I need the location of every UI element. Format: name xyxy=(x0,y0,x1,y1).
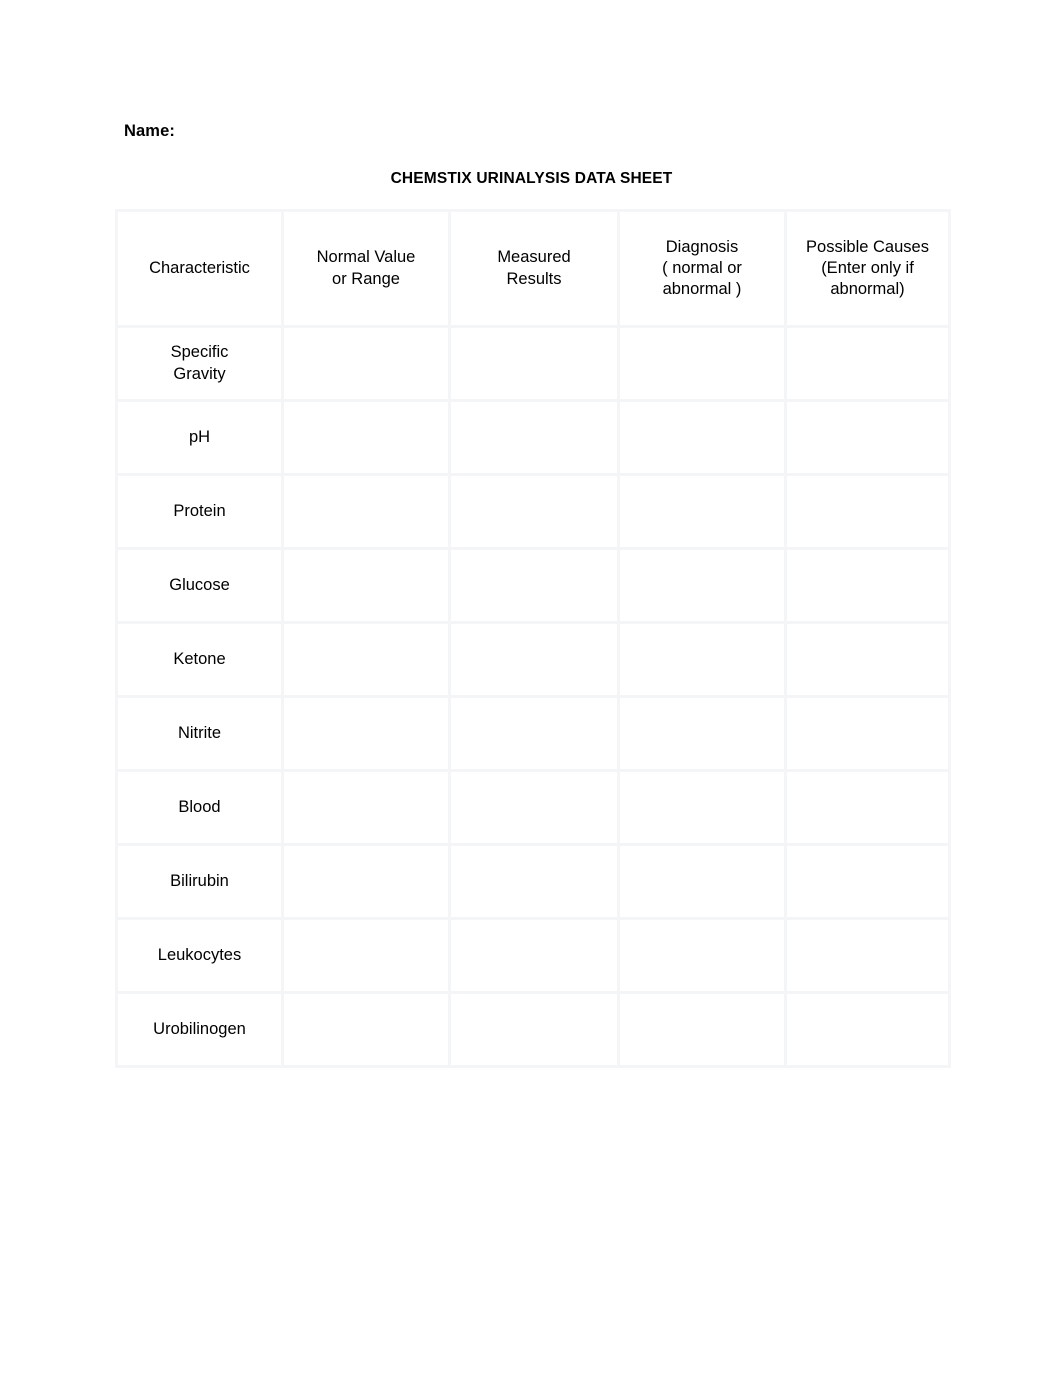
column-header-line: Possible Causes xyxy=(806,237,929,256)
column-header-measured_results: Measured Results xyxy=(448,209,620,328)
normal-value-cell[interactable] xyxy=(281,991,451,1068)
diagnosis-cell[interactable] xyxy=(617,843,787,920)
possible-causes-cell[interactable] xyxy=(784,917,951,994)
normal-value-cell[interactable] xyxy=(281,325,451,402)
characteristic-cell: pH xyxy=(115,399,284,476)
column-header-diagnosis: Diagnosis ( normal or abnormal ) xyxy=(617,209,787,328)
possible-causes-cell[interactable] xyxy=(784,473,951,550)
characteristic-cell: Protein xyxy=(115,473,284,550)
column-header-characteristic: Characteristic xyxy=(115,209,284,328)
table-row: Urobilinogen xyxy=(115,991,951,1068)
characteristic-cell: Ketone xyxy=(115,621,284,698)
diagnosis-cell[interactable] xyxy=(617,547,787,624)
characteristic-label: Urobilinogen xyxy=(153,1019,246,1038)
column-header-line: or Range xyxy=(332,269,400,288)
characteristic-cell: Urobilinogen xyxy=(115,991,284,1068)
possible-causes-cell[interactable] xyxy=(784,991,951,1068)
table-row: pH xyxy=(115,399,951,476)
possible-causes-cell[interactable] xyxy=(784,547,951,624)
possible-causes-cell[interactable] xyxy=(784,843,951,920)
normal-value-cell[interactable] xyxy=(281,473,451,550)
diagnosis-cell[interactable] xyxy=(617,769,787,846)
diagnosis-cell[interactable] xyxy=(617,621,787,698)
normal-value-cell[interactable] xyxy=(281,769,451,846)
document-page: Name: CHEMSTIX URINALYSIS DATA SHEET Cha… xyxy=(0,0,1062,1377)
possible-causes-cell[interactable] xyxy=(784,769,951,846)
characteristic-cell: Specific Gravity xyxy=(115,325,284,402)
urinalysis-data-table: Characteristic Normal Value or Range Measur… xyxy=(115,209,951,1068)
characteristic-label: Specific xyxy=(170,343,229,362)
table-row: Blood xyxy=(115,769,951,846)
normal-value-cell[interactable] xyxy=(281,547,451,624)
possible-causes-cell[interactable] xyxy=(784,399,951,476)
measured-results-cell[interactable] xyxy=(448,769,620,846)
table-row: Leukocytes xyxy=(115,917,951,994)
characteristic-label: pH xyxy=(188,427,211,446)
table-row: Specific Gravity xyxy=(115,325,951,402)
column-header-line: Normal Value xyxy=(316,248,416,267)
characteristic-label: Glucose xyxy=(169,575,230,594)
measured-results-cell[interactable] xyxy=(448,621,620,698)
measured-results-cell[interactable] xyxy=(448,399,620,476)
characteristic-label: Blood xyxy=(178,797,221,816)
column-header-line: Results xyxy=(506,269,562,288)
table-row: Bilirubin xyxy=(115,843,951,920)
page-title: CHEMSTIX URINALYSIS DATA SHEET xyxy=(390,170,673,187)
measured-results-cell[interactable] xyxy=(448,473,620,550)
diagnosis-cell[interactable] xyxy=(617,473,787,550)
measured-results-cell[interactable] xyxy=(448,547,620,624)
table-row: Glucose xyxy=(115,547,951,624)
measured-results-cell[interactable] xyxy=(448,843,620,920)
characteristic-label: Nitrite xyxy=(177,723,222,742)
normal-value-cell[interactable] xyxy=(281,399,451,476)
normal-value-cell[interactable] xyxy=(281,843,451,920)
table-header: Characteristic Normal Value or Range Measur… xyxy=(115,209,951,328)
diagnosis-cell[interactable] xyxy=(617,991,787,1068)
column-header-line: Measured xyxy=(497,248,571,267)
column-header-normal_value_or_range: Normal Value or Range xyxy=(281,209,451,328)
column-header-line: Diagnosis xyxy=(665,237,739,256)
urinalysis-table-container: Characteristic Normal Value or Range Measur… xyxy=(115,209,951,1068)
column-header-line: ( normal or xyxy=(662,258,742,277)
characteristic-label: Leukocytes xyxy=(157,945,242,964)
table-header-row: Characteristic Normal Value or Range Measur… xyxy=(115,209,951,328)
characteristic-label: Ketone xyxy=(173,649,226,668)
column-header-line: (Enter only if xyxy=(821,258,914,277)
measured-results-cell[interactable] xyxy=(448,991,620,1068)
normal-value-cell[interactable] xyxy=(281,695,451,772)
diagnosis-cell[interactable] xyxy=(617,325,787,402)
column-header-possible_causes: Possible Causes (Enter only if abnormal) xyxy=(784,209,951,328)
table-row: Nitrite xyxy=(115,695,951,772)
characteristic-label: Bilirubin xyxy=(170,871,229,890)
diagnosis-cell[interactable] xyxy=(617,917,787,994)
characteristic-cell: Leukocytes xyxy=(115,917,284,994)
characteristic-cell: Glucose xyxy=(115,547,284,624)
normal-value-cell[interactable] xyxy=(281,621,451,698)
table-row: Ketone xyxy=(115,621,951,698)
characteristic-label: Protein xyxy=(173,501,226,520)
characteristic-cell: Blood xyxy=(115,769,284,846)
measured-results-cell[interactable] xyxy=(448,917,620,994)
possible-causes-cell[interactable] xyxy=(784,325,951,402)
table-row: Protein xyxy=(115,473,951,550)
column-header-line: Characteristic xyxy=(149,258,250,277)
possible-causes-cell[interactable] xyxy=(784,695,951,772)
characteristic-cell: Nitrite xyxy=(115,695,284,772)
diagnosis-cell[interactable] xyxy=(617,399,787,476)
normal-value-cell[interactable] xyxy=(281,917,451,994)
measured-results-cell[interactable] xyxy=(448,325,620,402)
characteristic-cell: Bilirubin xyxy=(115,843,284,920)
characteristic-label: Gravity xyxy=(173,364,226,383)
diagnosis-cell[interactable] xyxy=(617,695,787,772)
possible-causes-cell[interactable] xyxy=(784,621,951,698)
name-field-label: Name: xyxy=(124,122,175,140)
column-header-line: abnormal) xyxy=(830,280,905,299)
table-body: Specific Gravity pH Protein Glucose Ketone Nit… xyxy=(115,325,951,1068)
column-header-line: abnormal ) xyxy=(662,280,742,299)
measured-results-cell[interactable] xyxy=(448,695,620,772)
